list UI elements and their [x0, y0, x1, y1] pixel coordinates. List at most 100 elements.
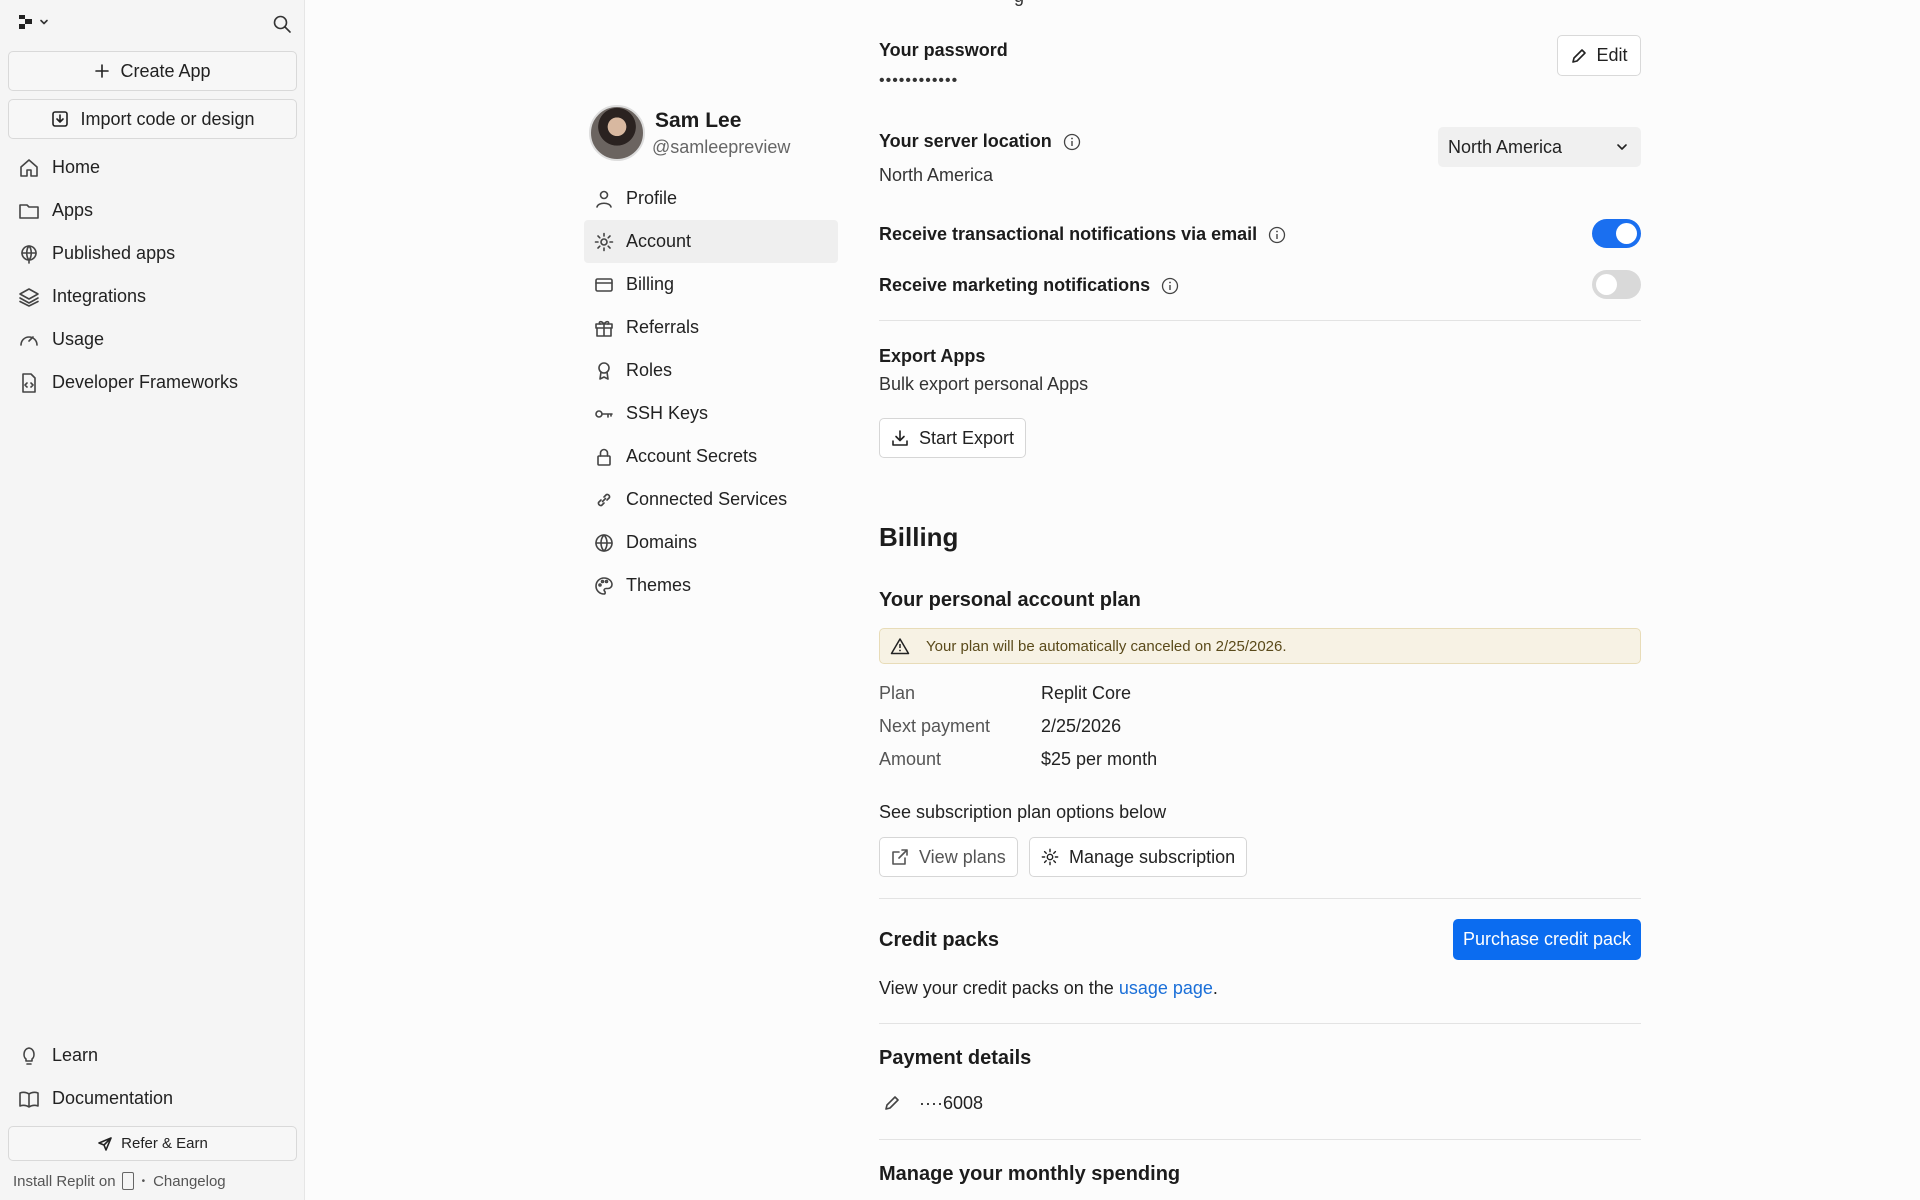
password-label: Your password — [879, 40, 1008, 60]
lightbulb-icon — [23, 1046, 35, 1065]
purchase-credit-pack-label: Purchase credit pack — [1462, 929, 1632, 949]
credit-card-icon — [595, 277, 613, 292]
globe-icon — [21, 244, 37, 264]
edit-label: Edit — [1596, 45, 1628, 65]
sidebar-item-home[interactable]: Home — [8, 146, 297, 189]
settings-item-label: Roles — [626, 360, 673, 380]
link-icon — [597, 493, 611, 506]
marketing-toggle[interactable] — [1592, 270, 1641, 299]
refer-earn-label: Refer & Earn — [121, 1135, 208, 1152]
sidebar-item-label: Integrations — [52, 286, 147, 306]
toggle-knob — [1596, 274, 1617, 295]
settings-item-billing[interactable]: Billing — [584, 263, 838, 306]
file-code-icon — [22, 372, 36, 393]
book-icon — [19, 1091, 39, 1108]
gauge-icon — [20, 335, 38, 346]
purchase-credit-pack-button[interactable]: Purchase credit pack — [1453, 919, 1641, 960]
sidebar-item-apps[interactable]: Apps — [8, 189, 297, 232]
search-button[interactable] — [272, 14, 292, 34]
folder-icon — [19, 203, 39, 219]
sidebar-item-developer-frameworks[interactable]: Developer Frameworks — [8, 361, 297, 404]
settings-item-label: Account Secrets — [626, 446, 758, 466]
settings-item-domains[interactable]: Domains — [584, 521, 838, 564]
edit-password-button[interactable]: Edit — [1557, 35, 1641, 76]
pencil-icon — [1572, 48, 1587, 63]
transactional-row: Receive transactional notifications via … — [879, 224, 1286, 245]
divider — [879, 898, 1641, 899]
view-plans-button[interactable]: View plans — [879, 837, 1018, 877]
settings-item-account-secrets[interactable]: Account Secrets — [584, 435, 838, 478]
card-number: ····6008 — [919, 1093, 984, 1113]
account-settings-panel: g Your password •••••••••••• Edit Your s… — [879, 0, 1641, 1200]
server-location-select[interactable]: North America — [1438, 127, 1641, 167]
server-location-selected: North America — [1448, 136, 1563, 157]
amount-label: Amount — [879, 749, 942, 769]
manage-subscription-button[interactable]: Manage subscription — [1029, 837, 1248, 877]
refer-earn-button[interactable]: Refer & Earn — [8, 1126, 297, 1161]
credit-text-prefix: View your credit packs on the — [879, 978, 1114, 998]
export-apps-description: Bulk export personal Apps — [879, 374, 1089, 394]
settings-item-account[interactable]: Account — [584, 220, 838, 263]
layers-icon — [19, 287, 39, 307]
sidebar-item-label: Published apps — [52, 243, 176, 263]
divider — [879, 320, 1641, 321]
amount-value: $25 per month — [1041, 749, 1158, 769]
settings-item-label: SSH Keys — [626, 403, 709, 423]
server-location-label: Your server location — [879, 131, 1052, 151]
plus-icon — [95, 64, 110, 78]
settings-item-roles[interactable]: Roles — [584, 349, 838, 392]
server-location-row: Your server location — [879, 131, 1081, 152]
plan-options-text: See subscription plan options below — [879, 802, 1167, 822]
profile-name: Sam Lee — [655, 109, 742, 132]
info-icon[interactable] — [1063, 133, 1081, 151]
sidebar-top-bar — [18, 14, 292, 38]
settings-nav: Profile Account Billing Referrals Roles … — [584, 177, 838, 607]
edit-card-button[interactable] — [883, 1094, 901, 1112]
payment-details-heading: Payment details — [879, 1047, 1032, 1069]
import-code-button[interactable]: Import code or design — [8, 99, 297, 139]
gear-icon — [594, 232, 614, 251]
sidebar-item-label: Usage — [52, 329, 105, 349]
sidebar-item-published-apps[interactable]: Published apps — [8, 232, 297, 275]
info-icon[interactable] — [1268, 226, 1286, 244]
left-sidebar: Create App Import code or design Home Ap… — [0, 0, 305, 1200]
create-app-button[interactable]: Create App — [8, 51, 297, 91]
usage-page-link[interactable]: usage page — [1119, 978, 1213, 998]
sidebar-item-usage[interactable]: Usage — [8, 318, 297, 361]
settings-item-label: Profile — [626, 188, 678, 208]
search-icon — [273, 15, 291, 33]
toggle-knob — [1616, 223, 1637, 244]
sidebar-nav: Home Apps Published apps Integrations Us… — [8, 146, 297, 404]
mobile-phone-icon[interactable] — [121, 1172, 134, 1190]
workspace-menu-button[interactable] — [18, 14, 50, 30]
sidebar-item-integrations[interactable]: Integrations — [8, 275, 297, 318]
monthly-spending-heading: Manage your monthly spending — [879, 1163, 1181, 1185]
key-icon — [595, 409, 613, 418]
gift-icon — [595, 320, 613, 337]
gear-icon — [1041, 848, 1059, 866]
sidebar-item-learn[interactable]: Learn — [8, 1034, 297, 1077]
settings-item-connected-services[interactable]: Connected Services — [584, 478, 838, 521]
settings-item-themes[interactable]: Themes — [584, 564, 838, 607]
divider — [879, 1139, 1641, 1140]
settings-item-label: Themes — [626, 575, 692, 595]
home-icon — [20, 158, 38, 177]
profile-handle: @samleepreview — [652, 137, 791, 157]
start-export-button[interactable]: Start Export — [879, 418, 1027, 458]
marketing-row: Receive marketing notifications — [879, 275, 1179, 296]
sidebar-item-label: Documentation — [52, 1088, 174, 1108]
start-export-label: Start Export — [919, 427, 1015, 448]
info-icon[interactable] — [1161, 277, 1179, 295]
settings-item-profile[interactable]: Profile — [584, 177, 838, 220]
install-replit-link[interactable]: Install Replit on — [13, 1173, 116, 1190]
sidebar-item-label: Developer Frameworks — [52, 372, 239, 392]
sidebar-item-documentation[interactable]: Documentation — [8, 1077, 297, 1120]
settings-item-referrals[interactable]: Referrals — [584, 306, 838, 349]
changelog-link[interactable]: Changelog — [153, 1173, 226, 1190]
external-link-icon — [892, 849, 908, 865]
settings-item-ssh-keys[interactable]: SSH Keys — [584, 392, 838, 435]
credit-packs-text: View your credit packs on the usage page… — [879, 978, 1218, 999]
marketing-label: Receive marketing notifications — [879, 275, 1151, 295]
import-icon — [52, 111, 69, 127]
transactional-toggle[interactable] — [1592, 219, 1641, 248]
